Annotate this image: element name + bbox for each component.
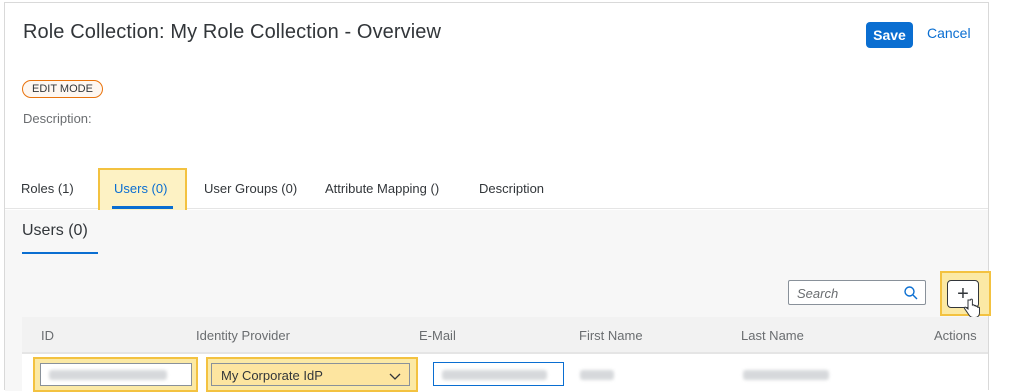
- section-title-underline: [22, 252, 98, 254]
- column-actions: Actions: [934, 328, 977, 343]
- edit-mode-badge: EDIT MODE: [22, 80, 103, 98]
- page-title: Role Collection: My Role Collection - Ov…: [23, 21, 442, 43]
- id-field[interactable]: [40, 363, 192, 386]
- tab-users[interactable]: Users (0): [114, 181, 167, 196]
- column-email: E-Mail: [419, 328, 456, 343]
- chevron-down-icon: [389, 373, 401, 380]
- cancel-button[interactable]: Cancel: [927, 25, 971, 41]
- email-field[interactable]: [433, 362, 564, 386]
- blurred-first-name: [580, 370, 614, 380]
- description-label: Description:: [23, 111, 92, 126]
- role-collection-panel: Role Collection: My Role Collection - Ov…: [4, 2, 991, 392]
- section-title: Users (0): [22, 222, 88, 239]
- column-id: ID: [41, 328, 54, 343]
- blurred-email-value: [442, 370, 547, 380]
- save-button[interactable]: Save: [866, 22, 913, 48]
- tab-user-groups[interactable]: User Groups (0): [204, 181, 297, 196]
- blurred-id-value: [49, 370, 167, 380]
- search-placeholder: Search: [797, 286, 839, 301]
- tab-roles[interactable]: Roles (1): [21, 181, 74, 196]
- tab-description[interactable]: Description: [479, 181, 544, 196]
- identity-provider-select[interactable]: My Corporate IdP: [211, 363, 410, 386]
- table-header: ID Identity Provider E-Mail First Name L…: [22, 317, 988, 353]
- tab-bar: Roles (1) Users (0) User Groups (0) Attr…: [5, 161, 988, 212]
- table-row: My Corporate IdP: [22, 353, 988, 392]
- blurred-last-name: [743, 370, 829, 380]
- tab-attribute-mapping[interactable]: Attribute Mapping (): [325, 181, 439, 196]
- search-input[interactable]: Search: [788, 280, 926, 305]
- column-last-name: Last Name: [741, 328, 804, 343]
- tab-active-indicator: [112, 206, 173, 209]
- column-first-name: First Name: [579, 328, 643, 343]
- identity-provider-value: My Corporate IdP: [221, 368, 323, 383]
- column-identity-provider: Identity Provider: [196, 328, 290, 343]
- users-section: Users (0) Search + ID Identity Provider …: [5, 210, 991, 392]
- search-icon[interactable]: [903, 285, 919, 301]
